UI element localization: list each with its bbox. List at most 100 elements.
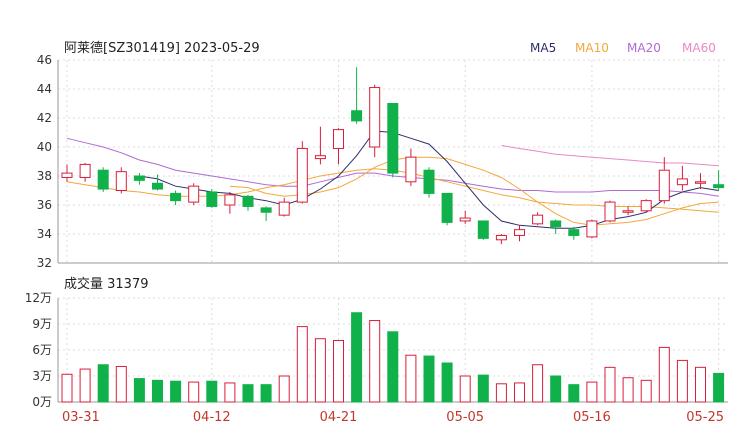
volume-bar	[495, 383, 507, 403]
volume-bar	[405, 354, 417, 403]
volume-bar	[441, 362, 453, 403]
candle-body	[115, 171, 127, 191]
volume-bar	[206, 380, 218, 403]
price-tick-label: 40	[37, 140, 52, 154]
volume-bars	[61, 312, 725, 403]
candle-body	[586, 220, 598, 238]
price-tick-label: 32	[37, 256, 52, 270]
volume-bar	[532, 364, 544, 403]
candle-body	[423, 169, 435, 194]
price-tick-label: 34	[37, 227, 52, 241]
volume-tick-label: 6万	[32, 343, 52, 357]
volume-bar	[713, 372, 725, 403]
price-tick-label: 38	[37, 169, 52, 183]
candle-body	[224, 194, 236, 206]
candle-body	[79, 163, 91, 178]
volume-bar	[296, 326, 308, 403]
candle-body	[387, 103, 399, 174]
legend-item: MA10	[575, 41, 609, 55]
legend-item: MA60	[682, 41, 716, 55]
date-tick-label: 05-05	[446, 410, 484, 425]
candle-body	[622, 210, 634, 213]
volume-bar	[242, 384, 254, 403]
volume-bar	[61, 373, 73, 403]
volume-tick-label: 12万	[25, 291, 52, 305]
candle-body	[61, 172, 73, 178]
date-tick-label: 05-16	[573, 410, 611, 425]
volume-bar	[314, 338, 326, 403]
volume-tick-label: 3万	[32, 369, 52, 383]
volume-bar	[170, 380, 182, 403]
candle-body	[351, 110, 363, 122]
candle-body	[314, 155, 326, 160]
volume-tick-label: 0万	[32, 395, 52, 409]
volume-bar	[586, 381, 598, 403]
candle-body	[695, 181, 706, 184]
candle-body	[188, 185, 200, 203]
date-tick-label: 04-21	[320, 410, 358, 425]
candle-body	[441, 192, 453, 223]
legend-item: MA5	[530, 41, 556, 55]
legend-item: MA20	[627, 41, 661, 55]
volume-bar	[514, 382, 525, 403]
candle-body	[550, 220, 562, 228]
price-axis-ticks: 46 44 42 40 38 36 34 32	[37, 53, 52, 270]
price-tick-label: 46	[37, 53, 52, 67]
candle-body	[260, 207, 272, 213]
stock-chart: 阿莱德[SZ301419] 2023-05-29 MA5 MA10 MA20 MA60…	[0, 0, 740, 440]
candle-body	[495, 234, 507, 241]
candle-body	[278, 201, 290, 216]
date-tick-label: 03-31	[62, 410, 100, 425]
candle-body	[97, 169, 109, 190]
chart-canvas: 阿莱德[SZ301419] 2023-05-29 MA5 MA10 MA20 MA60…	[25, 41, 728, 425]
volume-bar	[387, 331, 399, 403]
candle-body	[296, 147, 308, 203]
candle-body	[242, 195, 254, 207]
candle-body	[152, 182, 163, 190]
volume-axis-ticks: 12万 9万 6万 3万 0万	[25, 291, 52, 409]
volume-tick-label: 9万	[32, 317, 52, 331]
volume-bar	[133, 378, 145, 403]
price-tick-label: 42	[37, 111, 52, 125]
candle-body	[604, 201, 616, 222]
candle-body	[206, 191, 218, 207]
candle-body	[676, 178, 688, 186]
volume-bar	[658, 346, 670, 403]
volume-bar	[188, 381, 200, 403]
candle-body	[333, 129, 344, 149]
volume-title: 成交量 31379	[64, 276, 149, 292]
volume-bar	[640, 379, 652, 403]
price-tick-label: 44	[37, 82, 52, 96]
candle-body	[640, 200, 652, 212]
volume-bar	[351, 312, 363, 403]
volume-bar	[423, 355, 435, 403]
volume-bar	[115, 365, 127, 403]
candle-body	[514, 229, 525, 236]
volume-bar	[333, 339, 344, 403]
volume-bar	[550, 375, 562, 403]
legend: MA5 MA10 MA20 MA60	[530, 41, 716, 55]
candle-body	[532, 214, 544, 225]
candle-body	[170, 192, 182, 202]
volume-bar	[568, 384, 580, 403]
ma60-line	[501, 145, 719, 167]
candle-body	[658, 169, 670, 202]
volume-bar	[369, 320, 381, 403]
volume-bar	[622, 377, 634, 403]
volume-bar	[97, 364, 109, 403]
volume-bar	[152, 379, 163, 403]
date-axis-ticks: 03-31 04-12 04-21 05-05 05-16 05-25	[62, 410, 724, 425]
volume-bar	[79, 368, 91, 403]
candle-body	[477, 220, 489, 239]
candle-body	[459, 217, 471, 222]
candle-body	[713, 184, 725, 189]
volume-bar	[459, 375, 471, 403]
chart-title: 阿莱德[SZ301419] 2023-05-29	[64, 41, 260, 56]
volume-bar	[477, 374, 489, 403]
candle-body	[133, 175, 145, 181]
date-tick-label: 05-25	[686, 410, 724, 425]
volume-bar	[260, 384, 272, 403]
date-tick-label: 04-12	[193, 410, 231, 425]
price-tick-label: 36	[37, 198, 52, 212]
candle-body	[369, 87, 381, 148]
